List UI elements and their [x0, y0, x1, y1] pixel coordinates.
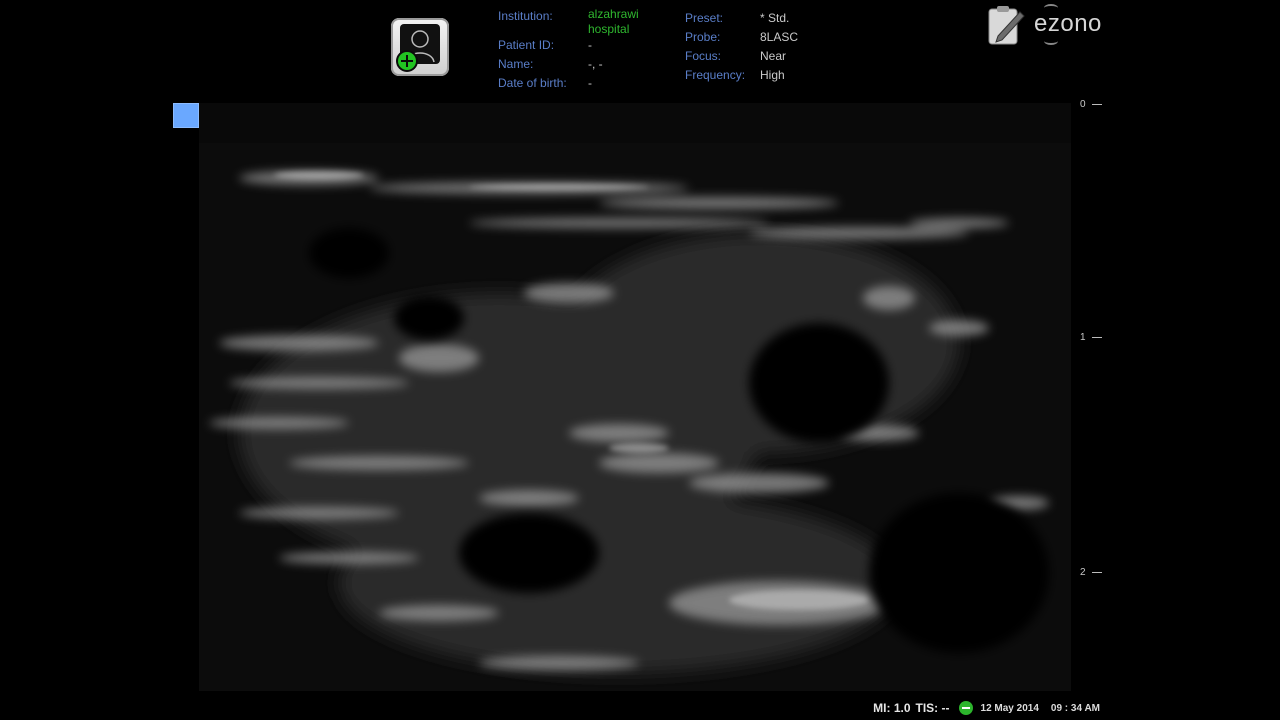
ultrasound-image[interactable] [199, 103, 1071, 691]
dob-value: - [588, 76, 592, 90]
patient-info-panel: Institution: alzahrawi hospital Patient … [498, 7, 658, 93]
frequency-label: Frequency: [685, 68, 746, 82]
depth-tick: 0 [1080, 99, 1102, 110]
focus-value: Near [760, 49, 787, 63]
focus-label: Focus: [685, 49, 722, 63]
preset-label: Preset: [685, 11, 724, 25]
tis-readout: TIS: -- [915, 701, 950, 715]
orientation-marker [173, 103, 199, 128]
battery-ok-icon [958, 701, 973, 715]
frequency-value: High [760, 68, 785, 82]
date-readout: 12 May 2014 [980, 702, 1039, 714]
name-label: Name: [498, 57, 534, 71]
ultrasound-echo-texture [199, 103, 1071, 691]
scan-settings-panel: Preset: * Std. Probe: 8LASC Focus: Near … [685, 9, 798, 85]
patient-id-value: - [588, 38, 592, 52]
institution-value: alzahrawi hospital [588, 7, 639, 36]
brand-logo: ezono [986, 4, 1116, 48]
depth-tick: 1 [1080, 332, 1102, 343]
institution-label: Institution: [498, 9, 553, 23]
name-value: -, - [588, 57, 603, 71]
depth-tick: 2 [1080, 567, 1102, 578]
brand-name: ezono [1034, 10, 1102, 37]
dob-label: Date of birth: [498, 76, 567, 90]
clipboard-pen-icon[interactable] [986, 4, 1026, 46]
probe-label: Probe: [685, 30, 721, 44]
new-patient-button[interactable] [391, 18, 449, 76]
status-bar: MI: 1.0 TIS: -- 12 May 2014 09 : 34 AM [873, 701, 1100, 715]
add-icon [398, 52, 416, 70]
preset-value: * Std. [760, 11, 790, 25]
depth-scale: 0 1 2 [1080, 95, 1140, 695]
signal-arc-icon [1044, 37, 1058, 45]
time-readout: 09 : 34 AM [1050, 702, 1100, 714]
probe-value: 8LASC [760, 30, 799, 44]
mi-readout: MI: 1.0 [873, 701, 911, 715]
patient-id-label: Patient ID: [498, 38, 555, 52]
